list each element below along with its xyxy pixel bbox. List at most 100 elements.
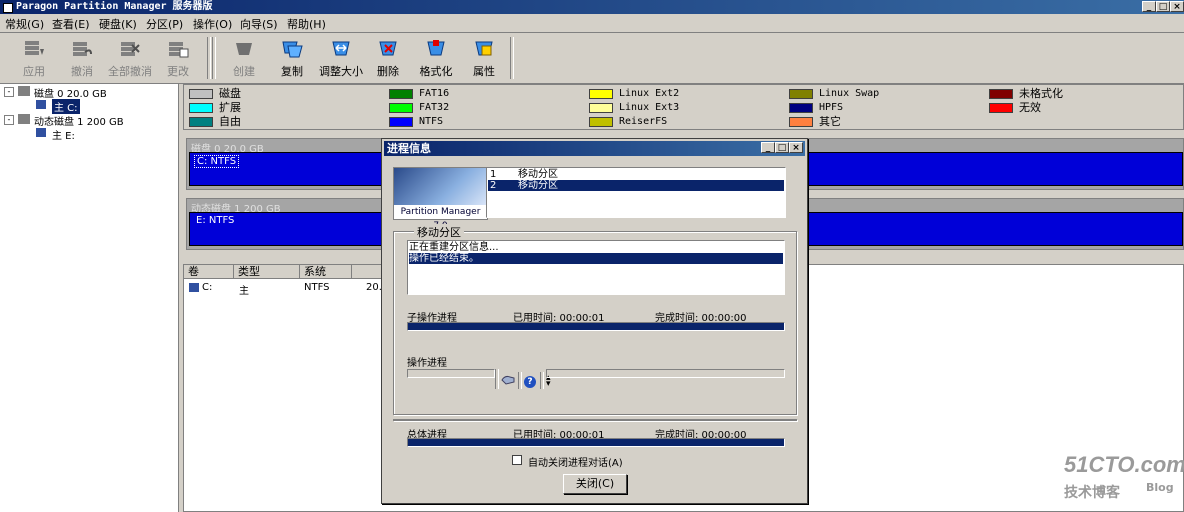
column-header-system[interactable]: 系统	[300, 265, 352, 279]
menu-wizards[interactable]: 向导(S)	[240, 16, 278, 32]
toolbar-separator	[510, 37, 514, 79]
auto-close-checkbox[interactable]	[512, 455, 522, 465]
op-progress-label: 操作进程	[407, 358, 447, 369]
menu-help[interactable]: 帮助(H)	[287, 16, 326, 32]
menu-partition[interactable]: 分区(P)	[146, 16, 183, 32]
tree-partition-e[interactable]: 主 E:	[52, 127, 75, 142]
toolbar-separator	[495, 369, 499, 389]
apply-label: 应用	[23, 65, 45, 78]
create-button[interactable]: 创建	[222, 37, 266, 81]
toolbar-separator	[518, 372, 522, 389]
undo-all-icon	[119, 39, 141, 59]
dialog-title-bar: 进程信息 _ □ ×	[384, 141, 805, 156]
cell-volume: C:	[202, 282, 213, 293]
undo-all-button[interactable]: 全部撤消	[106, 37, 154, 81]
divider	[393, 419, 797, 421]
help-icon[interactable]: ?	[524, 376, 536, 388]
menu-general[interactable]: 常规(G)	[5, 16, 44, 32]
undo-icon	[71, 39, 93, 59]
copy-button[interactable]: 复制	[270, 37, 314, 81]
legend-swatch	[789, 89, 813, 99]
operation-list[interactable]: 1 移动分区 2 移动分区	[486, 167, 786, 218]
undo-all-label: 全部撤消	[108, 65, 152, 78]
create-icon	[233, 39, 255, 59]
logo-text: Partition Manager 7.0	[394, 205, 487, 231]
volume-icon	[189, 283, 199, 292]
dialog-minimize-button[interactable]: _	[761, 142, 775, 153]
minimize-button[interactable]: _	[1142, 1, 1156, 12]
legend-swatch	[989, 103, 1013, 113]
op-progress-track	[546, 369, 785, 378]
menu-bar: 常规(G) 查看(E) 硬盘(K) 分区(P) 操作(O) 向导(S) 帮助(H…	[0, 14, 1184, 33]
apply-button[interactable]: 应用	[12, 37, 56, 81]
change-button[interactable]: 更改	[158, 37, 198, 81]
resize-button[interactable]: 调整大小	[316, 37, 366, 81]
legend-swatch	[789, 103, 813, 113]
column-header-size[interactable]	[352, 265, 382, 279]
watermark-blog: Blog	[1146, 481, 1174, 494]
resize-icon	[330, 39, 352, 59]
legend-swatch	[189, 117, 213, 127]
collapse-toggle[interactable]: -	[4, 115, 14, 125]
change-icon	[167, 39, 189, 59]
dialog-close-icon[interactable]: ×	[789, 142, 803, 153]
tree-disk0[interactable]: 磁盘 0 20.0 GB	[34, 85, 107, 100]
tree-disk1[interactable]: 动态磁盘 1 200 GB	[34, 113, 124, 128]
disk-tree: - 磁盘 0 20.0 GB 主 C: - 动态磁盘 1 200 GB 主 E:	[0, 84, 179, 512]
column-header-type[interactable]: 类型	[234, 265, 300, 279]
column-header-volume[interactable]: 卷	[184, 265, 234, 279]
delete-button[interactable]: 删除	[368, 37, 408, 81]
dialog-restore-button[interactable]: □	[775, 142, 789, 153]
copy-label: 复制	[281, 65, 303, 78]
delete-icon	[377, 39, 399, 59]
properties-button[interactable]: 属性	[464, 37, 504, 81]
title-bar: Paragon Partition Manager 服务器版 _ □ ×	[0, 0, 1184, 14]
log-box[interactable]: 正在重建分区信息... 操作已经结束。	[407, 240, 785, 295]
properties-icon	[473, 39, 495, 59]
progress-dialog: 进程信息 _ □ × Partition Manager 7.0 1移动分区 2…	[381, 138, 808, 504]
legend-swatch	[189, 103, 213, 113]
hand-icon[interactable]	[500, 374, 516, 386]
dialog-title: 进程信息	[387, 142, 431, 155]
collapse-toggle[interactable]: -	[4, 87, 14, 97]
op-progress-bar	[407, 369, 495, 378]
menu-operations[interactable]: 操作(O)	[193, 16, 232, 32]
partition-icon	[36, 128, 46, 137]
resize-label: 调整大小	[319, 65, 363, 78]
partition-label: E: NTFS	[196, 215, 235, 226]
log-line: 正在重建分区信息...	[409, 242, 499, 253]
legend-swatch	[589, 117, 613, 127]
partition-icon	[36, 100, 46, 109]
legend: 磁盘 扩展 自由 FAT16 FAT32 NTFS Linux Ext2 Lin…	[183, 84, 1184, 130]
legend-swatch	[589, 103, 613, 113]
table-row[interactable]: C: 主 NTFS 20.	[184, 281, 384, 297]
toolbar: 应用 撤消 全部撤消 更改 创建 复制 调整大小 删除 格式化 属性	[0, 33, 1184, 84]
delete-label: 删除	[377, 65, 399, 78]
apply-icon	[23, 39, 45, 59]
legend-swatch	[989, 89, 1013, 99]
close-button[interactable]: 关闭(C)	[563, 474, 627, 494]
partition-label: C: NTFS	[194, 155, 240, 168]
format-label: 格式化	[419, 65, 453, 78]
product-logo: Partition Manager 7.0	[393, 167, 488, 231]
change-label: 更改	[167, 65, 189, 78]
toolbar-separator	[207, 37, 211, 79]
list-item[interactable]: 2 移动分区	[488, 180, 784, 191]
cell-type: 主	[239, 286, 249, 297]
format-button[interactable]: 格式化	[412, 37, 460, 81]
list-item[interactable]: 1 移动分区	[488, 169, 784, 180]
disk-icon	[18, 86, 30, 96]
restore-button[interactable]: □	[1156, 1, 1170, 12]
legend-swatch	[389, 103, 413, 113]
menu-view[interactable]: 查看(E)	[52, 16, 90, 32]
tree-partition-c[interactable]: 主 C:	[52, 99, 80, 114]
auto-close-label[interactable]: 自动关闭进程对话(A)	[528, 454, 623, 469]
legend-swatch	[389, 89, 413, 99]
undo-button[interactable]: 撤消	[60, 37, 104, 81]
app-icon	[3, 3, 13, 13]
legend-swatch	[189, 89, 213, 99]
toolbar-separator	[540, 372, 544, 389]
menu-disk[interactable]: 硬盘(K)	[99, 16, 137, 32]
create-label: 创建	[233, 65, 255, 78]
close-window-button[interactable]: ×	[1170, 1, 1184, 12]
